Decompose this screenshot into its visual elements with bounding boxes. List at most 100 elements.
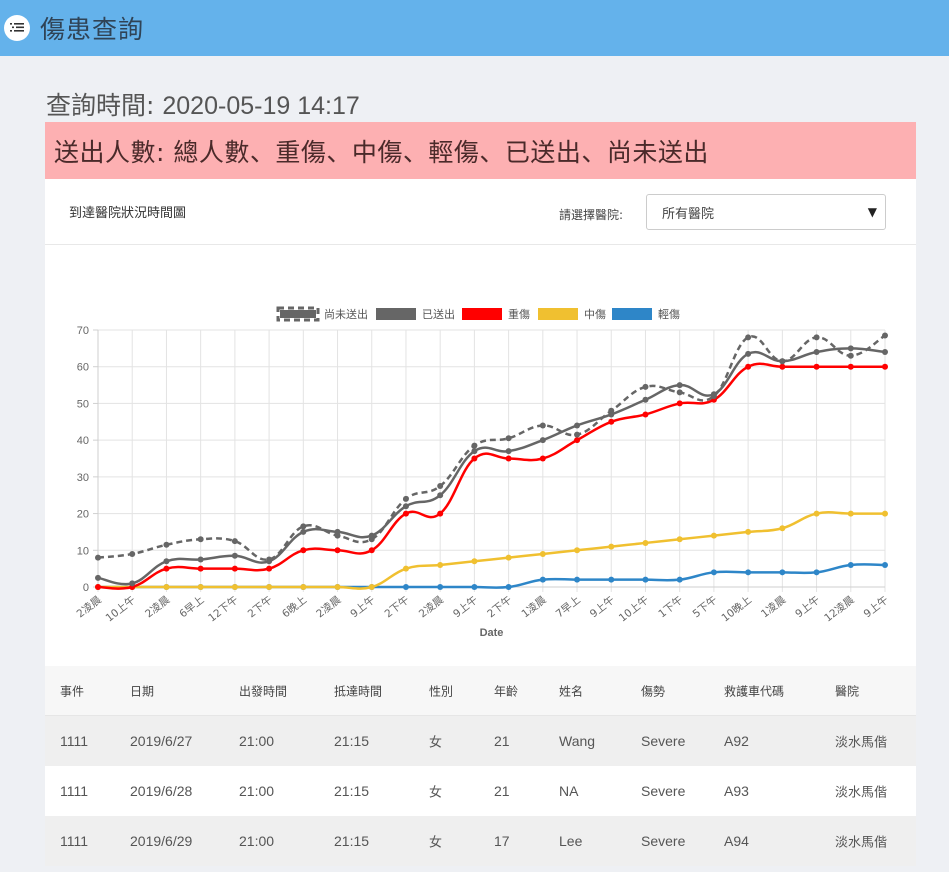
series-point-2 bbox=[779, 363, 786, 370]
series-point-0 bbox=[197, 536, 204, 543]
series-point-4 bbox=[574, 576, 581, 583]
x-tick-label: 1下午 bbox=[656, 593, 686, 620]
cell-date: 2019/6/28 bbox=[130, 783, 193, 799]
column-header[interactable]: 救護車代碼 bbox=[724, 682, 784, 699]
series-point-3 bbox=[163, 584, 170, 590]
x-tick-label: 1凌晨 bbox=[519, 593, 549, 621]
series-point-2 bbox=[676, 400, 683, 407]
series-point-4 bbox=[642, 576, 649, 583]
series-point-3 bbox=[676, 536, 683, 543]
series-point-1 bbox=[163, 558, 170, 565]
series-point-3 bbox=[574, 547, 581, 554]
x-tick-label: 12下午 bbox=[206, 593, 241, 624]
query-time: 查詢時間: 2020-05-19 14:17 bbox=[46, 86, 360, 122]
series-point-1 bbox=[300, 528, 307, 535]
cell-hospital: 淡水馬偕 bbox=[835, 785, 888, 801]
x-tick-label: 2凌晨 bbox=[74, 593, 104, 621]
series-point-0 bbox=[300, 523, 307, 530]
series-point-0 bbox=[779, 358, 786, 365]
series-point-2 bbox=[847, 363, 854, 370]
column-header[interactable]: 醫院 bbox=[835, 682, 859, 699]
x-tick-label: 2下午 bbox=[382, 593, 412, 620]
cell-arrive-time: 21:15 bbox=[334, 783, 370, 799]
x-tick-label: 6晚上 bbox=[280, 594, 309, 621]
series-point-4 bbox=[847, 561, 854, 568]
cell-ambulance: A94 bbox=[724, 833, 749, 849]
summary-alert: 送出人數: 總人數、重傷、中傷、輕傷、已送出、尚未送出 bbox=[45, 122, 916, 179]
series-point-3 bbox=[368, 584, 375, 590]
x-tick-label: 12凌晨 bbox=[822, 593, 857, 625]
series-point-3 bbox=[847, 510, 854, 517]
series-point-0 bbox=[676, 389, 683, 396]
column-header[interactable]: 事件 bbox=[60, 682, 84, 699]
series-point-0 bbox=[163, 541, 170, 548]
series-point-0 bbox=[437, 483, 444, 490]
series-point-4 bbox=[779, 569, 786, 576]
series-point-2 bbox=[231, 565, 238, 572]
series-point-1 bbox=[745, 350, 752, 357]
series-point-3 bbox=[334, 584, 341, 590]
cell-date: 2019/6/27 bbox=[130, 733, 193, 749]
series-point-0 bbox=[574, 431, 581, 438]
series-point-1 bbox=[231, 552, 238, 559]
table-row[interactable]: 1111 2019/6/27 21:00 21:15 女 21 Wang Sev… bbox=[45, 716, 916, 766]
cell-event: 1111 bbox=[60, 733, 89, 749]
column-header[interactable]: 性別 bbox=[429, 682, 453, 699]
column-header[interactable]: 年齡 bbox=[494, 682, 518, 699]
series-point-3 bbox=[471, 558, 478, 565]
cell-name: NA bbox=[559, 783, 579, 799]
table-row[interactable]: 1111 2019/6/29 21:00 21:15 女 17 Lee Seve… bbox=[45, 816, 916, 866]
legend-label: 已送出 bbox=[422, 307, 455, 321]
series-point-4 bbox=[471, 584, 478, 590]
column-header[interactable]: 傷勢 bbox=[641, 682, 665, 699]
x-tick-label: 2下午 bbox=[485, 593, 515, 620]
cell-date: 2019/6/29 bbox=[130, 833, 193, 849]
cell-name: Lee bbox=[559, 833, 583, 849]
series-point-3 bbox=[710, 532, 717, 539]
legend-label: 輕傷 bbox=[658, 307, 680, 321]
series-point-0 bbox=[710, 393, 717, 400]
series-point-0 bbox=[231, 538, 238, 545]
x-tick-label: 5下午 bbox=[690, 593, 720, 620]
series-point-0 bbox=[129, 550, 136, 557]
x-tick-label: 10上午 bbox=[103, 593, 138, 624]
y-tick-label: 70 bbox=[77, 325, 89, 337]
x-tick-label: 9上午 bbox=[861, 593, 891, 620]
series-point-2 bbox=[95, 584, 101, 590]
x-tick-label: 6早上 bbox=[177, 594, 206, 621]
series-point-1 bbox=[95, 574, 101, 581]
menu-list-icon[interactable] bbox=[4, 15, 30, 41]
series-point-0 bbox=[608, 407, 615, 414]
x-tick-label: 2凌晨 bbox=[142, 593, 172, 621]
series-point-2 bbox=[882, 363, 888, 370]
legend-swatch bbox=[612, 308, 652, 320]
series-point-4 bbox=[710, 569, 717, 576]
x-tick-label: 9上午 bbox=[450, 593, 480, 620]
legend-swatch bbox=[538, 308, 578, 320]
series-point-0 bbox=[402, 495, 409, 502]
x-tick-label: 2凌晨 bbox=[314, 593, 344, 621]
cell-age: 21 bbox=[494, 733, 510, 749]
series-point-0 bbox=[813, 334, 820, 341]
column-header[interactable]: 出發時間 bbox=[239, 682, 287, 699]
x-tick-label: 7早上 bbox=[554, 594, 583, 621]
table-header-row: 事件 日期 出發時間 抵達時間 性別 年齡 姓名 傷勢 救護車代碼 醫院 bbox=[45, 666, 916, 716]
column-header[interactable]: 姓名 bbox=[559, 682, 583, 699]
series-point-2 bbox=[608, 418, 615, 425]
series-point-0 bbox=[642, 383, 649, 390]
column-header[interactable]: 日期 bbox=[130, 682, 154, 699]
series-point-3 bbox=[608, 543, 615, 550]
series-point-2 bbox=[813, 363, 820, 370]
series-point-3 bbox=[882, 510, 888, 517]
series-point-2 bbox=[437, 510, 444, 517]
series-point-0 bbox=[539, 422, 546, 429]
series-point-4 bbox=[745, 569, 752, 576]
series-point-3 bbox=[300, 584, 307, 590]
series-point-4 bbox=[539, 576, 546, 583]
cell-age: 17 bbox=[494, 833, 510, 849]
column-header[interactable]: 抵達時間 bbox=[334, 682, 382, 699]
series-point-4 bbox=[505, 584, 512, 590]
table-row[interactable]: 1111 2019/6/28 21:00 21:15 女 21 NA Sever… bbox=[45, 766, 916, 816]
series-point-3 bbox=[231, 584, 238, 590]
y-tick-label: 20 bbox=[77, 509, 89, 521]
